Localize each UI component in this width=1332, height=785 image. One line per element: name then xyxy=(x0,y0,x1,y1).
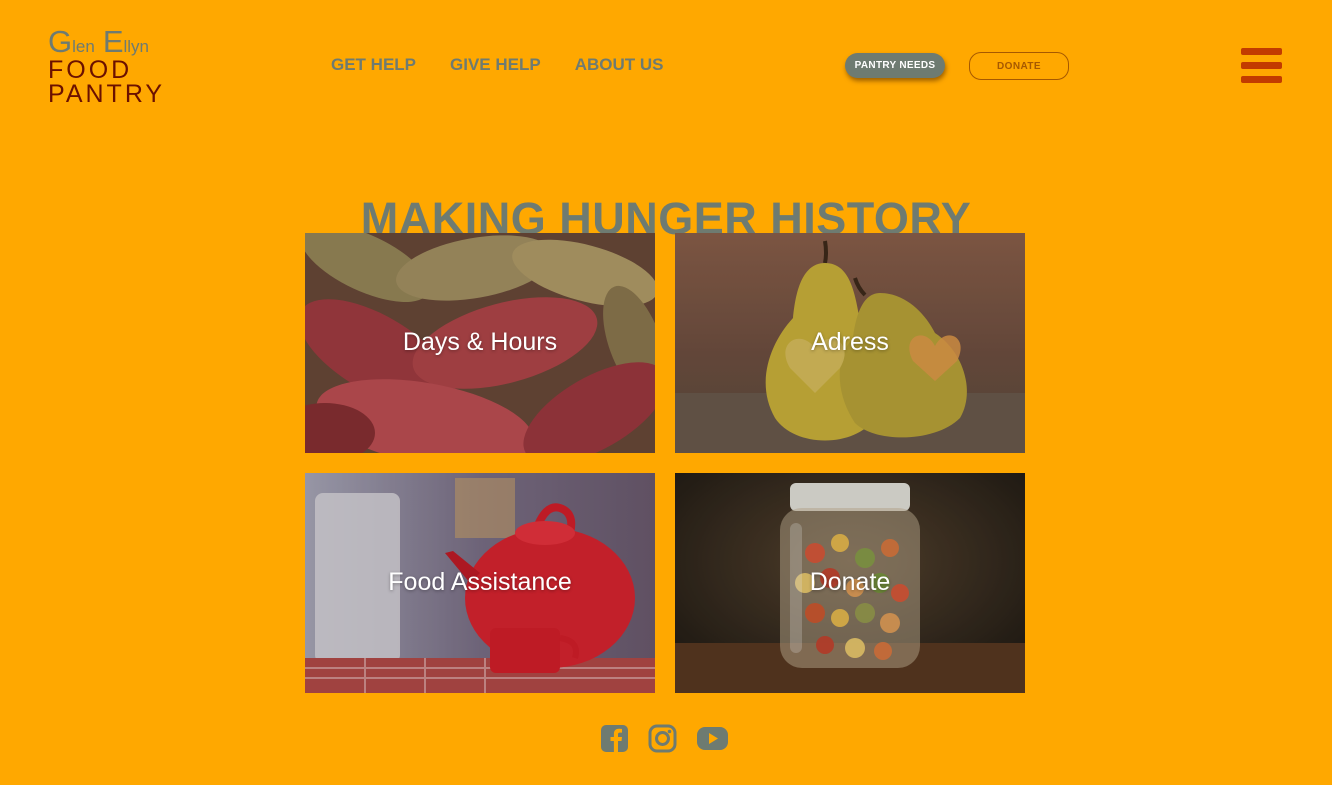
logo-pantry: PANTRY xyxy=(48,80,166,108)
menu-icon[interactable] xyxy=(1241,48,1282,83)
tile-label: Adress xyxy=(811,328,889,356)
nav-get-help[interactable]: GET HELP xyxy=(331,55,416,75)
nav-give-help[interactable]: GIVE HELP xyxy=(450,55,541,75)
page-title: MAKING HUNGER HISTORY xyxy=(360,193,972,245)
tile-donate[interactable]: Donate xyxy=(675,473,1025,693)
tile-days-hours[interactable]: Days & Hours xyxy=(305,233,655,453)
nav-about-us[interactable]: ABOUT US xyxy=(575,55,664,75)
social-links xyxy=(600,724,729,753)
tile-food-assistance[interactable]: Food Assistance xyxy=(305,473,655,693)
pantry-needs-button[interactable]: PANTRY NEEDS xyxy=(845,53,945,78)
instagram-icon[interactable] xyxy=(648,724,677,753)
youtube-icon[interactable] xyxy=(696,724,729,753)
tile-address[interactable]: Adress xyxy=(675,233,1025,453)
tile-label: Food Assistance xyxy=(388,568,572,596)
donate-button[interactable]: DONATE xyxy=(969,52,1069,80)
tile-label: Donate xyxy=(809,568,891,596)
main-nav: GET HELP GIVE HELP ABOUT US xyxy=(331,55,663,75)
facebook-icon[interactable] xyxy=(600,724,629,753)
site-logo[interactable]: Glen Ellyn FOOD PANTRY xyxy=(48,24,178,108)
logo-town-name: Glen Ellyn xyxy=(48,24,150,59)
logo-food: FOOD xyxy=(48,56,133,84)
tile-label: Days & Hours xyxy=(402,328,558,356)
